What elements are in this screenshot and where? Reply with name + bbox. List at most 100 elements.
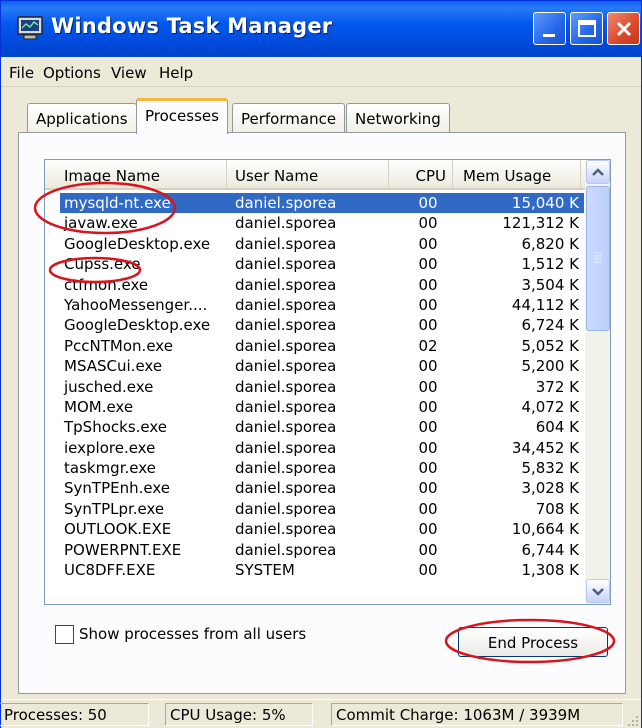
tab-networking[interactable]: Networking	[346, 103, 450, 133]
cell-user-name: daniel.sporea	[235, 520, 337, 539]
cell-image-name: iexplore.exe	[64, 438, 156, 457]
cell-user-name: daniel.sporea	[235, 499, 337, 518]
table-row[interactable]: ctfmon.exe daniel.sporea 00 3,504 K	[45, 275, 585, 295]
cell-mem-usage: 15,040 K	[511, 194, 579, 212]
table-row[interactable]: MOM.exe daniel.sporea 00 4,072 K	[45, 397, 585, 417]
task-manager-icon	[17, 16, 43, 40]
end-process-button[interactable]: End Process	[458, 627, 608, 657]
minimize-icon	[543, 34, 555, 37]
cell-image-name: OUTLOOK.EXE	[64, 520, 172, 539]
table-row[interactable]: YahooMessenger.... daniel.sporea 00 44,112 …	[45, 295, 585, 315]
column-header-cpu[interactable]: CPU	[389, 160, 453, 190]
maximize-icon	[578, 20, 596, 37]
cell-cpu: 00	[418, 275, 438, 294]
cell-cpu: 00	[418, 255, 438, 274]
column-header-image-name[interactable]: Image Name	[45, 160, 227, 190]
cell-user-name: daniel.sporea	[235, 194, 337, 212]
scroll-down-button[interactable]	[586, 579, 610, 603]
table-row[interactable]: POWERPNT.EXE daniel.sporea 00 6,744 K	[45, 540, 585, 560]
cell-user-name: daniel.sporea	[235, 336, 337, 355]
table-row[interactable]: taskmgr.exe daniel.sporea 00 5,832 K	[45, 458, 585, 478]
cell-image-name: Cupss.exe	[64, 255, 141, 274]
scroll-thumb[interactable]	[586, 186, 610, 331]
cell-user-name: SYSTEM	[235, 561, 295, 580]
table-row[interactable]: Cupss.exe daniel.sporea 00 1,512 K	[45, 254, 585, 274]
vertical-scrollbar[interactable]	[585, 160, 610, 604]
table-row[interactable]: PccNTMon.exe daniel.sporea 02 5,052 K	[45, 336, 585, 356]
cell-user-name: daniel.sporea	[235, 214, 337, 233]
cell-mem-usage: 6,744 K	[521, 540, 579, 559]
table-row[interactable]: mysqld-nt.exe daniel.sporea 00 15,040 K	[45, 193, 585, 213]
cell-cpu: 02	[418, 336, 438, 355]
cell-user-name: daniel.sporea	[235, 275, 337, 294]
cell-cpu: 00	[418, 214, 438, 233]
cell-mem-usage: 5,200 K	[521, 357, 579, 376]
title-bar[interactable]: Windows Task Manager	[1, 1, 641, 57]
tab-performance[interactable]: Performance	[232, 103, 346, 133]
cell-cpu: 00	[418, 234, 438, 253]
minimize-button[interactable]	[533, 12, 566, 45]
cell-cpu: 00	[418, 438, 438, 457]
cell-mem-usage: 604 K	[535, 418, 579, 437]
table-row[interactable]: TpShocks.exe daniel.sporea 00 604 K	[45, 417, 585, 437]
cell-cpu: 00	[418, 295, 438, 314]
cell-mem-usage: 6,724 K	[521, 316, 579, 335]
table-row[interactable]: UC8DFF.EXE SYSTEM 00 1,308 K	[45, 560, 585, 580]
cell-user-name: daniel.sporea	[235, 234, 337, 253]
status-processes: Processes: 50	[0, 703, 149, 726]
cell-mem-usage: 1,308 K	[521, 561, 579, 580]
cell-mem-usage: 44,112 K	[511, 295, 579, 314]
process-list[interactable]: Image Name User Name CPU Mem Usage mysql…	[44, 159, 611, 605]
table-row[interactable]: GoogleDesktop.exe daniel.sporea 00 6,724 K	[45, 315, 585, 335]
cell-image-name: MSASCui.exe	[64, 357, 163, 376]
cell-image-name: TpShocks.exe	[64, 418, 168, 437]
cell-image-name: GoogleDesktop.exe	[64, 234, 211, 253]
close-icon	[616, 21, 632, 37]
cell-cpu: 00	[418, 397, 438, 416]
table-row[interactable]: SynTPEnh.exe daniel.sporea 00 3,028 K	[45, 478, 585, 498]
cell-user-name: daniel.sporea	[235, 418, 337, 437]
table-row[interactable]: javaw.exe daniel.sporea 00 121,312 K	[45, 213, 585, 233]
close-button[interactable]	[607, 12, 640, 45]
cell-mem-usage: 708 K	[535, 499, 579, 518]
menu-help[interactable]: Help	[159, 64, 193, 82]
menu-options[interactable]: Options	[43, 64, 101, 82]
show-all-users-checkbox[interactable]	[55, 625, 74, 644]
cell-cpu: 00	[418, 499, 438, 518]
status-bar: Processes: 50 CPU Usage: 5% Commit Charg…	[0, 699, 641, 728]
cell-user-name: daniel.sporea	[235, 540, 337, 559]
cell-mem-usage: 6,820 K	[521, 234, 579, 253]
cell-cpu: 00	[418, 194, 438, 212]
cell-mem-usage: 34,452 K	[511, 438, 579, 457]
tab-processes[interactable]: Processes	[136, 98, 228, 134]
scroll-up-button[interactable]	[586, 160, 610, 184]
cell-user-name: daniel.sporea	[235, 438, 337, 457]
show-all-users-label[interactable]: Show processes from all users	[79, 625, 306, 643]
cell-image-name: GoogleDesktop.exe	[64, 316, 211, 335]
menu-view[interactable]: View	[111, 64, 147, 82]
cell-cpu: 00	[418, 540, 438, 559]
column-header-mem-usage[interactable]: Mem Usage	[453, 160, 581, 190]
resize-grip-icon[interactable]	[627, 715, 639, 727]
cell-cpu: 00	[418, 561, 438, 580]
table-row[interactable]: MSASCui.exe daniel.sporea 00 5,200 K	[45, 356, 585, 376]
table-row[interactable]: GoogleDesktop.exe daniel.sporea 00 6,820 K	[45, 234, 585, 254]
cell-image-name: YahooMessenger....	[64, 295, 208, 314]
cell-user-name: daniel.sporea	[235, 479, 337, 498]
table-row[interactable]: SynTPLpr.exe daniel.sporea 00 708 K	[45, 499, 585, 519]
table-row[interactable]: jusched.exe daniel.sporea 00 372 K	[45, 377, 585, 397]
cell-mem-usage: 1,512 K	[521, 255, 579, 274]
table-row[interactable]: iexplore.exe daniel.sporea 00 34,452 K	[45, 438, 585, 458]
cell-cpu: 00	[418, 316, 438, 335]
cell-mem-usage: 5,832 K	[521, 459, 579, 478]
maximize-button[interactable]	[570, 12, 603, 45]
menu-bar: File Options View Help	[1, 57, 641, 87]
table-row[interactable]: OUTLOOK.EXE daniel.sporea 00 10,664 K	[45, 519, 585, 539]
cell-image-name: MOM.exe	[64, 397, 134, 416]
cell-image-name: UC8DFF.EXE	[64, 561, 156, 580]
tab-applications[interactable]: Applications	[27, 103, 137, 133]
cell-user-name: daniel.sporea	[235, 255, 337, 274]
menu-file[interactable]: File	[9, 64, 34, 82]
column-header-user-name[interactable]: User Name	[227, 160, 389, 190]
cell-mem-usage: 3,028 K	[521, 479, 579, 498]
